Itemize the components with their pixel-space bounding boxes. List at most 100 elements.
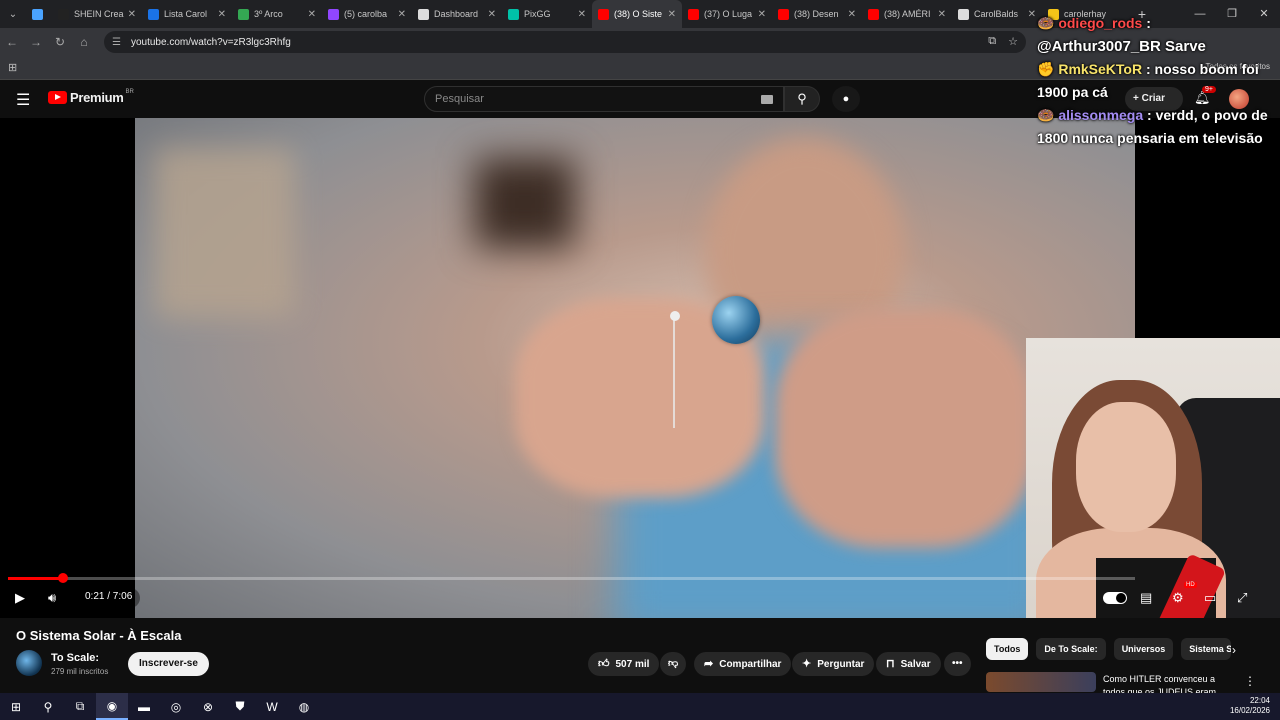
install-app-icon[interactable]: ⧉ xyxy=(988,35,996,48)
chrome-icon[interactable]: ◉ xyxy=(96,693,128,720)
url-input[interactable]: ☰ youtube.com/watch?v=zR3lgc3Rhfg xyxy=(104,31,1026,53)
browser-tab[interactable]: Lista Carol ✕ xyxy=(142,0,232,28)
autoplay-toggle[interactable] xyxy=(1103,592,1127,604)
chip-solar-system[interactable]: Sistema S xyxy=(1181,638,1232,660)
youtube-logo[interactable]: Premium BR xyxy=(48,88,134,105)
windows-start-icon[interactable]: ⊞ xyxy=(0,693,32,720)
browser-tab[interactable]: (38) AMÉRI ✕ xyxy=(862,0,952,28)
chat-text: Sarve xyxy=(1165,38,1206,55)
obs-icon[interactable]: ◍ xyxy=(288,693,320,720)
keyboard-icon[interactable] xyxy=(761,95,773,104)
browser-tab[interactable]: (38) O Siste ✕ xyxy=(592,0,682,28)
word-icon[interactable]: W xyxy=(256,693,288,720)
share-button[interactable]: ➦ Compartilhar xyxy=(694,652,792,676)
save-button[interactable]: ⊓ Salvar xyxy=(876,652,941,676)
volume-icon[interactable]: 🔊︎ xyxy=(48,590,56,606)
tab-close-icon[interactable]: ✕ xyxy=(578,9,586,20)
sparkle-icon: ✦ xyxy=(802,658,812,670)
tab-favicon-icon xyxy=(868,8,879,20)
microphone-icon: ● xyxy=(842,93,850,105)
menu-icon[interactable]: ☰ xyxy=(16,90,30,110)
time-display: 0:21 / 7:06 xyxy=(77,588,141,608)
video-frame[interactable] xyxy=(135,118,1135,618)
dislike-button[interactable]: 👎︎ xyxy=(660,652,687,676)
tab-favicon-icon xyxy=(778,8,789,20)
task-view-icon[interactable]: ⧉ xyxy=(64,693,96,720)
search-placeholder: Pesquisar xyxy=(435,93,484,105)
progress-scrubber[interactable] xyxy=(58,573,69,583)
file-explorer-icon[interactable]: ▬ xyxy=(128,693,160,720)
chat-message: ✊ RmkSeKToR : nosso boom foi 1900 pa cá xyxy=(1037,61,1259,100)
bookmark-star-icon[interactable]: ☆ xyxy=(1008,35,1018,48)
security-shield-icon[interactable]: ⛊ xyxy=(224,693,256,720)
logo-region: BR xyxy=(125,88,134,95)
browser-tab[interactable] xyxy=(26,0,52,28)
apps-grid-icon[interactable]: ⊞ xyxy=(8,61,17,74)
tab-favicon-icon xyxy=(58,8,69,20)
omnibox-actions: ⧉ ☆ xyxy=(988,35,1018,48)
search-icon[interactable]: ⚲ xyxy=(32,693,64,720)
ask-button[interactable]: ✦ Perguntar xyxy=(792,652,875,676)
tab-close-icon[interactable]: ✕ xyxy=(128,9,136,20)
more-vertical-icon[interactable]: ⋮ xyxy=(1244,674,1256,688)
home-icon[interactable]: ⌂ xyxy=(72,35,96,49)
tab-close-icon[interactable]: ✕ xyxy=(218,9,226,20)
search-button[interactable]: ⚲ xyxy=(784,86,820,112)
site-info-icon[interactable]: ☰ xyxy=(112,37,121,48)
subscriber-count: 279 mil inscritos xyxy=(51,667,109,676)
tab-close-icon[interactable]: ✕ xyxy=(308,9,316,20)
browser-tab[interactable]: CarolBalds ✕ xyxy=(952,0,1042,28)
channel-avatar[interactable] xyxy=(16,650,42,676)
settings-gear-icon[interactable]: ⚙ xyxy=(1172,590,1184,606)
pin xyxy=(673,318,675,428)
browser-tab[interactable]: Dashboard ✕ xyxy=(412,0,502,28)
progress-bar[interactable] xyxy=(8,573,1135,583)
browser-tab[interactable]: (38) Desen ✕ xyxy=(772,0,862,28)
chat-overlay: 🍩 odiego_rods : @Arthur3007_BR Sarve ✊ R… xyxy=(1030,12,1280,232)
tab-close-icon[interactable]: ✕ xyxy=(668,9,676,20)
tab-favicon-icon xyxy=(148,8,159,20)
chat-message: 🍩 alissonmega : verdd, o povo de 1800 nu… xyxy=(1037,107,1268,146)
browser-tab[interactable]: 3º Arco ✕ xyxy=(232,0,322,28)
tab-close-icon[interactable]: ✕ xyxy=(758,9,766,20)
browser-tab[interactable]: SHEIN Crea ✕ xyxy=(52,0,142,28)
chip-universes[interactable]: Universos xyxy=(1113,638,1174,660)
tab-label: 3º Arco xyxy=(254,9,283,19)
logo-word: Premium xyxy=(70,90,124,105)
system-clock[interactable]: 22:04 16/02/2026 xyxy=(1230,696,1270,716)
more-actions-button[interactable]: ••• xyxy=(944,652,971,676)
tab-close-icon[interactable]: ✕ xyxy=(848,9,856,20)
chip-channel[interactable]: De To Scale: xyxy=(1036,638,1106,660)
browser-tab[interactable]: (37) O Luga ✕ xyxy=(682,0,772,28)
browser-tab[interactable]: PixGG ✕ xyxy=(502,0,592,28)
xbox-icon[interactable]: ⊗ xyxy=(192,693,224,720)
reload-icon[interactable]: ↻ xyxy=(48,35,72,49)
tab-label: PixGG xyxy=(524,9,551,19)
tab-close-icon[interactable]: ✕ xyxy=(398,9,406,20)
chat-user: odiego_rods xyxy=(1058,15,1143,31)
like-count: 507 mil xyxy=(615,659,650,670)
back-icon[interactable]: ← xyxy=(0,35,24,49)
captions-icon[interactable]: ▤ xyxy=(1140,590,1152,606)
tab-close-icon[interactable]: ✕ xyxy=(488,9,496,20)
channel-name[interactable]: To Scale: xyxy=(51,652,99,664)
chat-user: alissonmega xyxy=(1058,107,1144,123)
youtube-play-icon xyxy=(48,91,67,104)
fullscreen-icon[interactable]: ⤢ xyxy=(1237,590,1247,606)
recommended-thumbnail[interactable] xyxy=(986,672,1096,692)
search-input[interactable]: Pesquisar xyxy=(424,86,784,112)
play-icon[interactable]: ▶ xyxy=(15,590,25,606)
subscribe-button[interactable]: Inscrever-se xyxy=(128,652,209,676)
tab-search-icon[interactable]: ⌄ xyxy=(0,0,26,28)
chevron-right-icon[interactable]: › xyxy=(1232,643,1236,657)
tab-favicon-icon xyxy=(508,8,519,20)
discord-icon[interactable]: ◎ xyxy=(160,693,192,720)
theater-mode-icon[interactable]: ▭ xyxy=(1204,590,1216,606)
clock-time: 22:04 xyxy=(1249,696,1270,705)
browser-tab[interactable]: (5) carolba ✕ xyxy=(322,0,412,28)
chip-all[interactable]: Todos xyxy=(986,638,1029,660)
voice-search-button[interactable]: ● xyxy=(832,86,860,112)
tab-close-icon[interactable]: ✕ xyxy=(938,9,946,20)
like-button[interactable]: 👍︎ 507 mil xyxy=(588,652,660,676)
forward-icon[interactable]: → xyxy=(24,35,48,49)
